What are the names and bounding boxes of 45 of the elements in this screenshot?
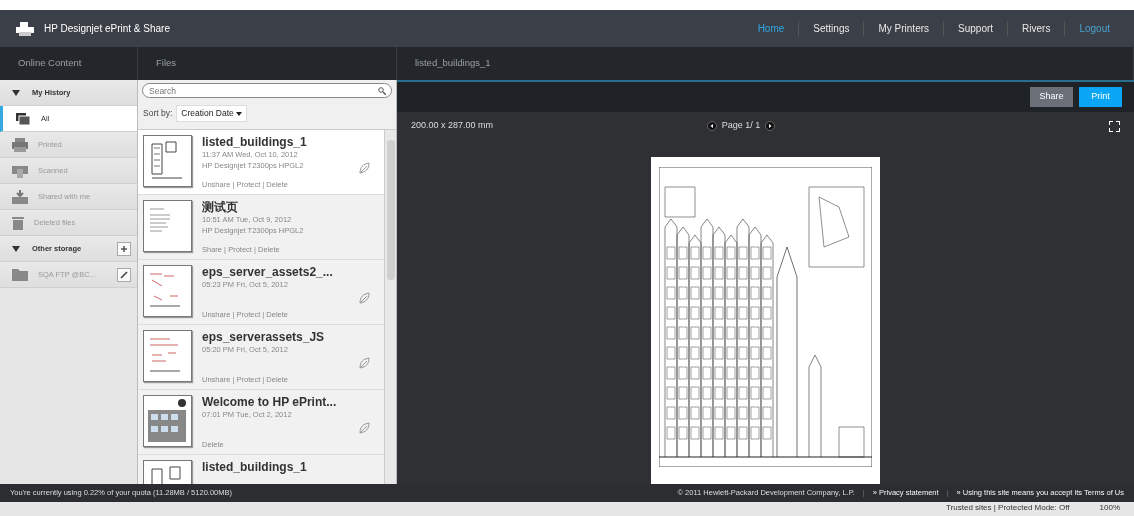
next-page-icon[interactable]: [765, 121, 776, 131]
file-title: Welcome to HP ePrint...: [202, 394, 338, 409]
stacked-pages-icon: [15, 111, 31, 126]
edit-button[interactable]: [117, 267, 131, 282]
file-title: 测试页: [202, 199, 239, 214]
zoom-level: 100%: [1099, 502, 1120, 514]
folder-icon: [12, 268, 28, 281]
search-field[interactable]: Search: [142, 83, 392, 98]
sort-label: Sort by:: [143, 107, 173, 120]
nav-link[interactable]: Home: [743, 21, 799, 36]
file-title: eps_serverassets_JS: [202, 329, 326, 344]
nav-link[interactable]: Settings: [798, 21, 864, 36]
fullscreen-icon[interactable]: [1109, 120, 1120, 132]
panel-title: Files: [156, 56, 177, 71]
previous-page-icon[interactable]: [706, 121, 717, 131]
search-icon: [378, 87, 386, 95]
inbox-icon: [12, 189, 28, 204]
pencil-icon: [120, 270, 128, 279]
file-thumbnail: [143, 394, 192, 447]
caret-icon: [236, 111, 243, 116]
nav-link[interactable]: Logout: [1064, 21, 1124, 36]
app-title: HP Designjet ePrint & Share: [44, 22, 170, 36]
trash-icon: [12, 215, 24, 230]
add-button[interactable]: [117, 241, 131, 256]
file-thumbnail: [143, 264, 192, 317]
nav-link[interactable]: Rivers: [1007, 21, 1065, 36]
sort-dropdown[interactable]: Creation Date: [176, 105, 248, 122]
file-thumbnail: [143, 134, 192, 187]
plus-icon: [121, 245, 127, 252]
nav-link[interactable]: Support: [943, 21, 1008, 36]
panel-title: Online Content: [18, 56, 82, 71]
security-zone-text: Trusted sites | Protected Mode: Off: [946, 502, 1070, 514]
printer-icon: [12, 137, 28, 152]
nav-link[interactable]: My Printers: [863, 21, 944, 36]
file-title: listed_buildings_1: [202, 459, 308, 474]
file-thumbnail: [143, 329, 192, 382]
scanner-icon: [12, 163, 28, 178]
file-title: eps_server_assets2_...: [202, 264, 334, 279]
file-title: listed_buildings_1: [202, 134, 308, 149]
printer-logo-icon: [16, 21, 34, 36]
page-size: 200.00 x 287.00 mm: [411, 119, 494, 133]
page-indicator: Page 1/ 1: [721, 119, 761, 133]
panel-title: listed_buildings_1: [415, 56, 491, 71]
share-button[interactable]: Share: [1030, 87, 1073, 107]
file-thumbnail: [143, 199, 192, 252]
